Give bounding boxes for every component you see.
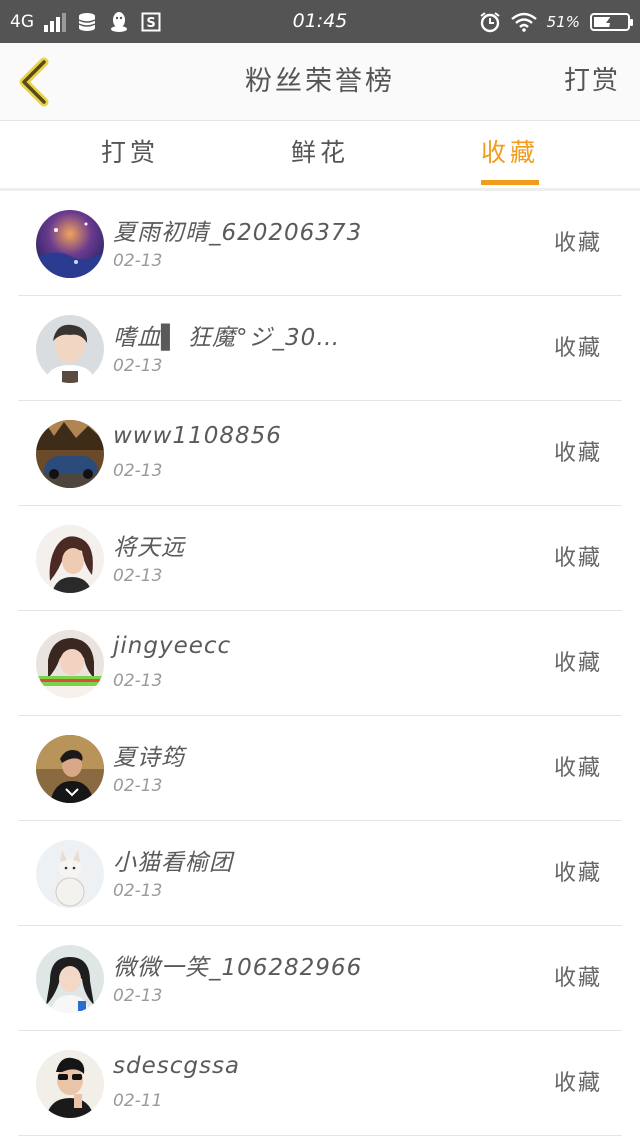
fan-date: 02-11 [113, 1091, 163, 1111]
list-item[interactable]: 夏诗筠 02-13 收藏 [18, 716, 622, 821]
avatar [36, 420, 104, 488]
fan-date: 02-13 [113, 251, 163, 271]
fan-action: 收藏 [553, 1071, 602, 1096]
tab-label: 鲜花 [290, 138, 349, 167]
avatar [36, 1050, 104, 1118]
list-item[interactable]: 嗜血▌ 狂魔°ジ_30… 02-13 收藏 [18, 296, 622, 401]
tab-label: 打赏 [100, 138, 159, 167]
page-title: 粉丝荣誉榜 [245, 66, 395, 97]
list-item[interactable]: 将天远 02-13 收藏 [18, 506, 622, 611]
wifi-icon [510, 11, 537, 33]
fan-date: 02-13 [113, 986, 163, 1006]
fan-action: 收藏 [553, 231, 602, 256]
tab-label: 收藏 [480, 138, 539, 167]
tab-bar: 打赏 鲜花 收藏 [0, 121, 640, 191]
status-right: 51% [479, 0, 633, 43]
active-tab-indicator [481, 180, 539, 185]
list-item[interactable]: 小猫看榆团 02-13 收藏 [18, 821, 622, 926]
list-item[interactable]: www1108856 02-13 收藏 [18, 401, 622, 506]
fan-action: 收藏 [553, 966, 602, 991]
avatar [36, 840, 104, 908]
fan-action: 收藏 [553, 441, 602, 466]
tab-flowers[interactable]: 鲜花 [225, 121, 415, 188]
fan-name: 小猫看榆团 [113, 850, 233, 876]
fan-date: 02-13 [113, 881, 163, 901]
fan-action: 收藏 [553, 546, 602, 571]
avatar [36, 210, 104, 278]
fan-date: 02-13 [113, 356, 163, 376]
fan-name: www1108856 [113, 423, 282, 449]
list-item[interactable]: 夏雨初晴_620206373 02-13 收藏 [18, 191, 622, 296]
list-item[interactable]: sdescgssa 02-11 收藏 [18, 1031, 622, 1136]
battery-percent: 51% [546, 12, 580, 31]
fan-date: 02-13 [113, 671, 163, 691]
list-item[interactable]: 微微一笑_106282966 02-13 收藏 [18, 926, 622, 1031]
avatar [36, 735, 104, 803]
battery-icon [590, 12, 633, 31]
fan-list: 夏雨初晴_620206373 02-13 收藏 嗜血▌ 狂魔°ジ_30… 02-… [18, 191, 622, 1136]
fan-action: 收藏 [553, 651, 602, 676]
fan-name: 夏雨初晴_620206373 [113, 220, 363, 246]
avatar [36, 945, 104, 1013]
list-item[interactable]: jingyeecc 02-13 收藏 [18, 611, 622, 716]
status-bar: 4G S 01:45 51% [0, 0, 640, 43]
fan-name: sdescgssa [113, 1053, 241, 1079]
fan-name: jingyeecc [113, 633, 232, 659]
tab-favorites[interactable]: 收藏 [415, 121, 605, 188]
fan-action: 收藏 [553, 756, 602, 781]
fan-name: 嗜血▌ 狂魔°ジ_30… [113, 325, 341, 351]
reward-button[interactable]: 打赏 [564, 43, 620, 120]
fan-name: 将天远 [113, 535, 185, 561]
fan-name: 夏诗筠 [113, 745, 185, 771]
tab-reward[interactable]: 打赏 [35, 121, 225, 188]
nav-header: 粉丝荣誉榜 打赏 [0, 43, 640, 121]
avatar [36, 630, 104, 698]
fan-action: 收藏 [553, 861, 602, 886]
fan-date: 02-13 [113, 461, 163, 481]
avatar [36, 315, 104, 383]
avatar [36, 525, 104, 593]
fan-date: 02-13 [113, 566, 163, 586]
fan-name: 微微一笑_106282966 [113, 955, 363, 981]
fan-action: 收藏 [553, 336, 602, 361]
fan-date: 02-13 [113, 776, 163, 796]
alarm-icon [479, 11, 501, 33]
